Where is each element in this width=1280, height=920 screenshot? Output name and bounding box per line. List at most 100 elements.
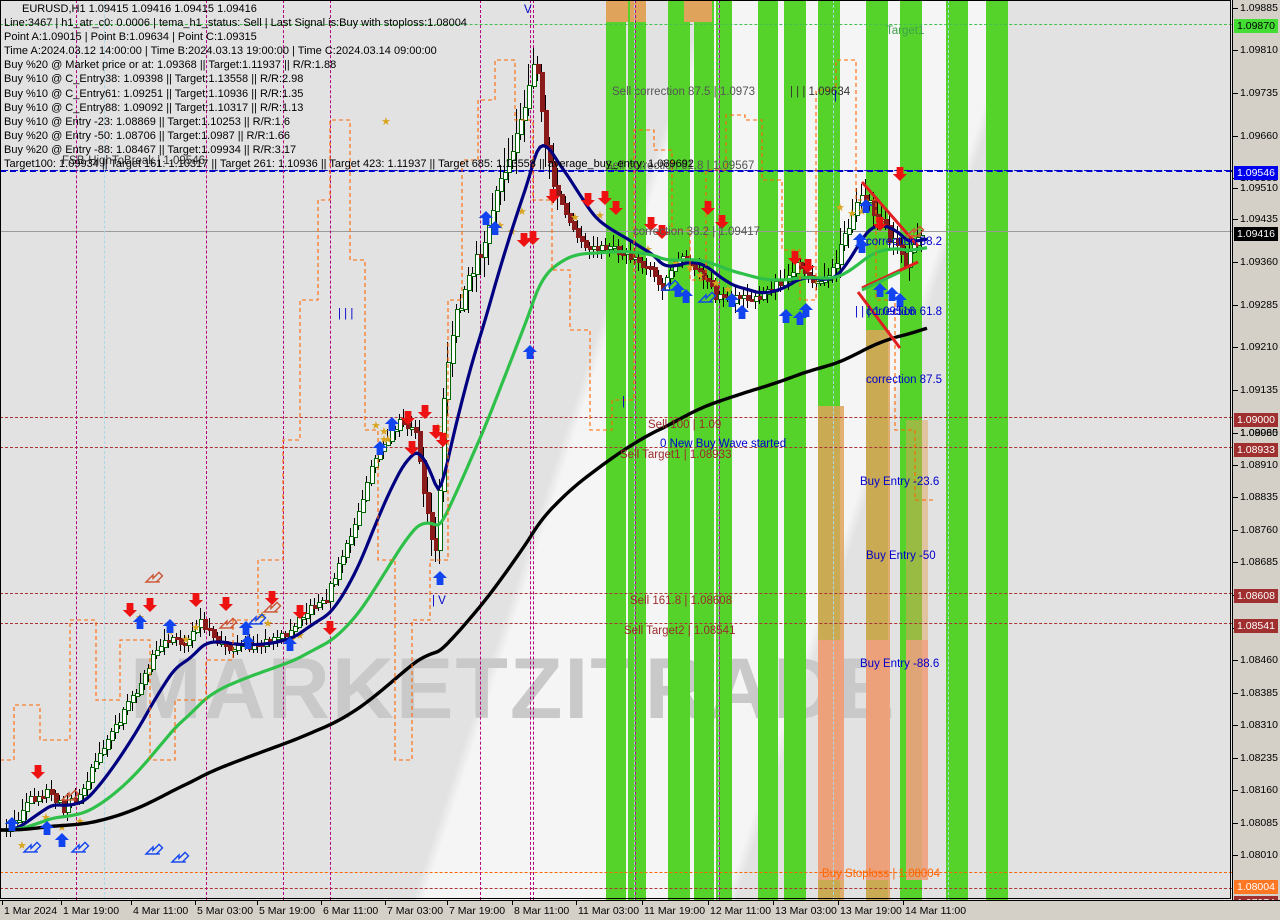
fractal-star: ★: [41, 812, 51, 824]
tick-dash: [1233, 724, 1238, 726]
fractal-star: ★: [263, 618, 273, 630]
price-scale[interactable]: 1.098851.098101.097351.096601.095851.095…: [1232, 0, 1280, 918]
price-tick-label: 1.09510: [1240, 182, 1278, 194]
annotation-label: Buy Entry -88.6: [860, 658, 940, 670]
price-tick-label: 1.09885: [1240, 2, 1278, 14]
fractal-star: ★: [570, 212, 580, 224]
annotation-label: Sell Target2 | 1.08541: [624, 625, 736, 637]
price-level-line: [0, 231, 1232, 232]
time-tick-mark: [642, 901, 643, 905]
candle-body: [421, 460, 427, 495]
signal-arrow-down: [218, 597, 234, 611]
candle-body: [437, 489, 443, 552]
tick-dash: [1233, 822, 1238, 824]
time-tick-label: 6 Mar 11:00: [323, 905, 379, 917]
tick-dash: [1233, 464, 1238, 466]
candle-body: [907, 250, 913, 268]
price-tick: 1.08310: [1233, 719, 1278, 731]
tick-dash: [1233, 529, 1238, 531]
price-tick-label: 1.08685: [1240, 556, 1278, 568]
price-tick: 1.09285: [1233, 299, 1278, 311]
fractal-star: ★: [857, 206, 867, 218]
watermark-text: MARKETZITRADE: [130, 641, 897, 737]
outline-arrow-icon: [70, 841, 90, 853]
mt4-chart-window: MARKETZITRADE ★ ★ ★ ★ ★ ★ ★ ★ ★ ★ ★ ★ ★ ★ ★ ★ ★ ★ ★ ★ ★ ★ ★ ★ ★ ★…: [0, 0, 1280, 920]
price-highlight-box[interactable]: 1.08933: [1234, 443, 1278, 457]
time-scale[interactable]: 1 Mar 2024 1 Mar 19:00 4 Mar 11:00 5 Mar 03…: [0, 900, 1280, 920]
time-tick-label: 5 Mar 19:00: [259, 905, 316, 917]
candle-wick: [759, 285, 760, 305]
time-tick-mark: [131, 901, 132, 905]
time-tick-mark: [2, 901, 3, 905]
time-tick-label: 1 Mar 19:00: [63, 905, 120, 917]
fractal-star: ★: [507, 226, 517, 238]
price-tick-label: 1.09660: [1240, 130, 1278, 142]
tick-dash: [1233, 187, 1238, 189]
price-tick-label: 1.08835: [1240, 491, 1278, 503]
fractal-star: ★: [671, 258, 681, 270]
time-tick-label: 7 Mar 19:00: [449, 905, 506, 917]
price-tick: 1.08460: [1233, 654, 1278, 666]
candle-wick: [869, 194, 870, 212]
price-tick-label: 1.08460: [1240, 654, 1278, 666]
candle-body: [466, 274, 472, 291]
price-tick: 1.09885: [1233, 2, 1278, 14]
info-line-8: Buy %20 @ Entry -50: 1.08706 || Target:1…: [4, 129, 290, 142]
chart-info-header: EURUSD,H1 1.09415 1.09416 1.09415 1.0941…: [4, 2, 694, 171]
price-tick-label: 1.08010: [1240, 849, 1278, 861]
fractal-star: ★: [165, 626, 175, 638]
candle-body: [425, 492, 431, 515]
info-line-5: Buy %10 @ C_Entry61: 1.09251 || Target:1…: [4, 87, 304, 100]
price-tick: 1.09735: [1233, 87, 1278, 99]
symbol-ohlc-line: EURUSD,H1 1.09415 1.09416 1.09415 1.0941…: [22, 3, 257, 15]
price-tick-label: 1.08310: [1240, 719, 1278, 731]
annotation-label: | V: [432, 595, 446, 607]
price-level-line: [0, 447, 1232, 448]
price-level-line: [0, 417, 1232, 418]
candle-wick: [589, 242, 590, 259]
price-highlight-box[interactable]: 1.08608: [1234, 589, 1278, 603]
annotation-label: Buy Entry -50: [866, 550, 936, 562]
tick-dash: [1233, 432, 1238, 434]
price-tick-label: 1.09135: [1240, 384, 1278, 396]
price-tick-label: 1.08985: [1240, 427, 1278, 439]
price-tick-label: 1.08160: [1240, 784, 1278, 796]
annotation-label: |: [622, 396, 625, 408]
price-highlight-box[interactable]: 1.08541: [1234, 619, 1278, 633]
tick-dash: [1233, 389, 1238, 391]
price-highlight-box[interactable]: 1.09870: [1234, 19, 1278, 33]
price-tick: 1.08985: [1233, 427, 1278, 439]
annotation-label: correction 38.2: [866, 236, 943, 248]
candle-wick: [881, 204, 882, 226]
session-band: [758, 0, 778, 900]
candle-body: [429, 512, 435, 540]
price-tick: 1.09135: [1233, 384, 1278, 396]
price-tick: 1.09510: [1233, 182, 1278, 194]
info-line-1: Point A:1.09015 | Point B:1.09634 | Poin…: [4, 31, 257, 44]
chart-plot-area[interactable]: MARKETZITRADE ★ ★ ★ ★ ★ ★ ★ ★ ★ ★ ★ ★ ★ ★ ★ ★ ★ ★ ★ ★ ★ ★ ★ ★ ★ ★…: [0, 0, 1232, 900]
price-highlight-box[interactable]: 1.09546: [1234, 166, 1278, 180]
outline-arrow-icon: [144, 843, 164, 855]
time-tick-label: 5 Mar 03:00: [197, 905, 254, 917]
annotation-label: correction 38.2 | 1.09417: [633, 226, 761, 238]
tick-dash: [1233, 49, 1238, 51]
price-tick-label: 1.08385: [1240, 687, 1278, 699]
time-tick-mark: [385, 901, 386, 905]
time-tick-label: 13 Mar 03:00: [775, 905, 837, 917]
price-tick-label: 1.08760: [1240, 524, 1278, 536]
time-tick-label: 11 Mar 19:00: [644, 905, 706, 917]
fractal-star: ★: [379, 434, 389, 446]
price-level-line: [0, 593, 1232, 594]
tick-dash: [1233, 346, 1238, 348]
tick-dash: [1233, 757, 1238, 759]
fractal-star: ★: [711, 278, 721, 290]
fractal-star: ★: [643, 244, 653, 256]
price-highlight-box[interactable]: 1.09416: [1234, 227, 1278, 241]
price-highlight-box[interactable]: 1.08004: [1234, 880, 1278, 894]
candle-body: [838, 243, 844, 266]
time-tick-label: 14 Mar 11:00: [905, 905, 967, 917]
price-level-line: [0, 623, 1232, 624]
candle-body: [462, 288, 468, 310]
price-highlight-box[interactable]: 1.09000: [1234, 413, 1278, 427]
info-line-9: Buy %20 @ Entry -88: 1.08467 || Target:1…: [4, 143, 297, 156]
